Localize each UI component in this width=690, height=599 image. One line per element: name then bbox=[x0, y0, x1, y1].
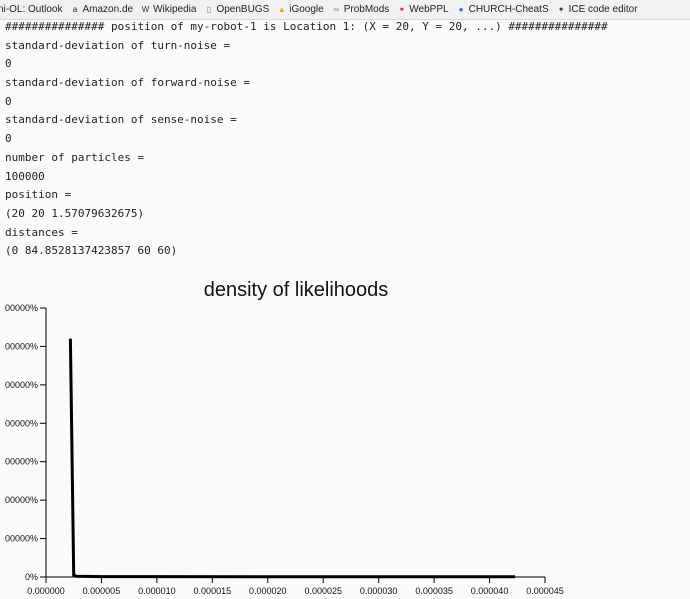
y-tick-label: 00000% bbox=[5, 457, 38, 467]
output-line: (20 20 1.57079632675) bbox=[5, 206, 145, 220]
y-tick-label: 00000% bbox=[5, 495, 38, 505]
y-tick-label: 0% bbox=[25, 572, 38, 582]
output-line: 100000 bbox=[5, 169, 45, 183]
bookmark-amazon-de[interactable]: a Amazon.de bbox=[70, 4, 133, 15]
y-tick-label: 00000% bbox=[5, 418, 38, 428]
output-line: standard-deviation of sense-noise = bbox=[5, 113, 237, 127]
bookmark-ni-ol-outlook[interactable]: ni-OL: Outlook bbox=[0, 4, 62, 15]
x-tick-label: 0.000025 bbox=[304, 586, 342, 596]
bookmark-wikipedia[interactable]: W Wikipedia bbox=[141, 4, 197, 15]
y-tick-label: 00000% bbox=[5, 380, 38, 390]
density-series-line bbox=[68, 338, 516, 579]
output-line: standard-deviation of forward-noise = bbox=[5, 76, 251, 90]
ice-icon: ✦ bbox=[557, 5, 565, 14]
bookmark-igoogle[interactable]: ▲ iGoogle bbox=[277, 4, 324, 15]
x-tick-label: 0.000005 bbox=[83, 586, 121, 596]
y-tick-label: 00000% bbox=[5, 534, 38, 544]
amazon-icon: a bbox=[72, 5, 78, 14]
wikipedia-icon: W bbox=[141, 5, 150, 14]
page-icon: ▯ bbox=[206, 5, 212, 14]
console-output: ############### position of my-robot-1 i… bbox=[5, 18, 690, 261]
bookmark-label: ni-OL: Outlook bbox=[0, 4, 63, 15]
bookmark-label: ProbMods bbox=[343, 4, 390, 15]
output-line: position = bbox=[5, 188, 72, 202]
bookmark-label: Amazon.de bbox=[82, 4, 134, 15]
output-line: 0 bbox=[5, 94, 12, 108]
church-icon: ● bbox=[458, 5, 464, 14]
output-line: number of particles = bbox=[5, 150, 145, 164]
output-line: (0 84.8528137423857 60 60) bbox=[5, 244, 178, 258]
output-line: 0 bbox=[5, 57, 12, 71]
bookmark-openbugs[interactable]: ▯ OpenBUGS bbox=[204, 4, 270, 15]
bookmark-webppl[interactable]: ✶ WebPPL bbox=[397, 4, 448, 15]
bookmark-label: Wikipedia bbox=[153, 4, 197, 15]
x-tick-label: 0.000015 bbox=[194, 586, 232, 596]
igoogle-icon: ▲ bbox=[277, 5, 286, 14]
bookmark-label: CHURCH-CheatS bbox=[468, 4, 549, 15]
bookmark-church-cheats[interactable]: ● CHURCH-CheatS bbox=[457, 4, 549, 15]
bookmark-label: iGoogle bbox=[289, 4, 324, 15]
density-chart: density of likelihoods 0.000000 0.000005 0… bbox=[5, 279, 564, 596]
output-line: distances = bbox=[5, 225, 78, 239]
x-tick-label: 0.000035 bbox=[415, 586, 453, 596]
webppl-icon: ✶ bbox=[398, 5, 406, 14]
x-tick-label: 0.000020 bbox=[249, 586, 287, 596]
y-tick-label: 00000% bbox=[5, 303, 38, 313]
chart-title: density of likelihoods bbox=[204, 279, 389, 301]
output-line: ############### position of my-robot-1 i… bbox=[5, 20, 608, 33]
x-tick-label: 0.000010 bbox=[138, 586, 176, 596]
bookmarks-bar: ni-OL: Outlook a Amazon.de W Wikipedia ▯ OpenB… bbox=[0, 0, 690, 20]
bookmark-label: OpenBUGS bbox=[216, 4, 270, 15]
output-line: standard-deviation of turn-noise = bbox=[5, 38, 231, 52]
bookmark-label: ICE code editor bbox=[568, 4, 638, 15]
bookmark-ice-code-editor[interactable]: ✦ ICE code editor bbox=[557, 4, 638, 15]
x-tick-label: 0.000030 bbox=[360, 586, 398, 596]
x-tick-label: 0.000000 bbox=[27, 586, 65, 596]
bookmark-probmods[interactable]: ∞ ProbMods bbox=[332, 4, 390, 15]
bookmark-label: WebPPL bbox=[409, 4, 449, 15]
probmods-icon: ∞ bbox=[333, 5, 340, 14]
output-line: 0 bbox=[5, 132, 12, 146]
y-tick-label: 00000% bbox=[5, 341, 38, 351]
x-tick-label: 0.000045 bbox=[526, 586, 564, 596]
x-tick-label: 0.000040 bbox=[471, 586, 509, 596]
